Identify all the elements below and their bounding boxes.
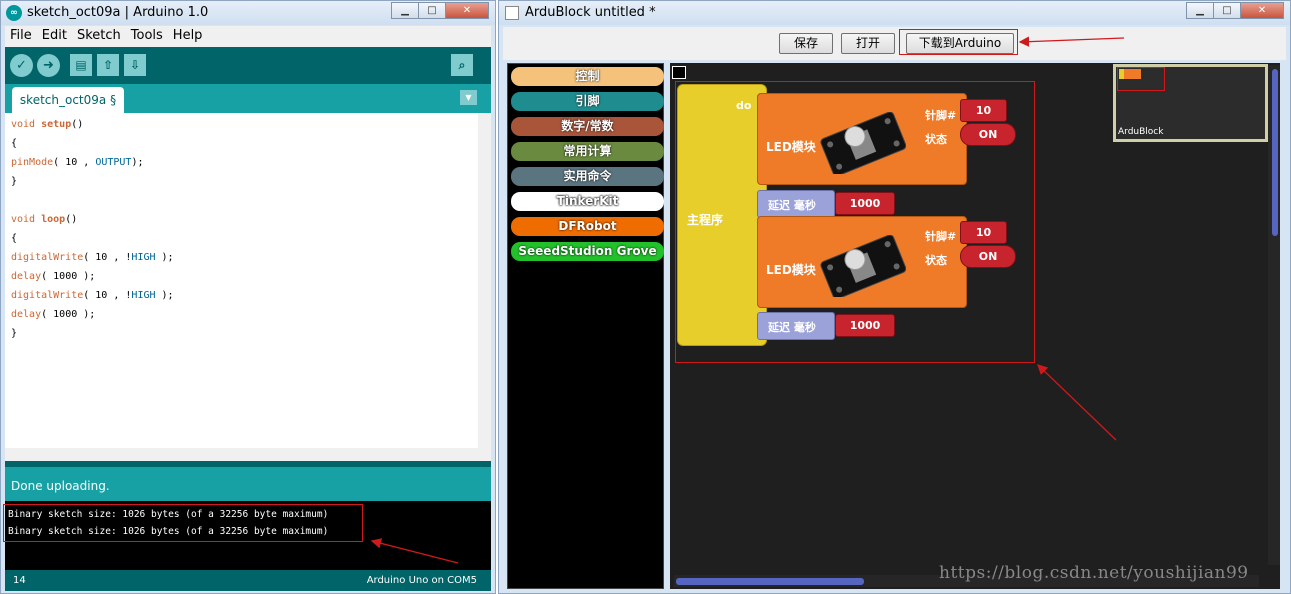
arrow-to-upload	[1018, 36, 1125, 47]
annotation-arrows	[370, 36, 1125, 564]
arrow-to-console	[370, 538, 459, 564]
arrow-to-blocks	[1037, 364, 1117, 441]
watermark: https://blog.csdn.net/youshijian99	[939, 563, 1249, 583]
